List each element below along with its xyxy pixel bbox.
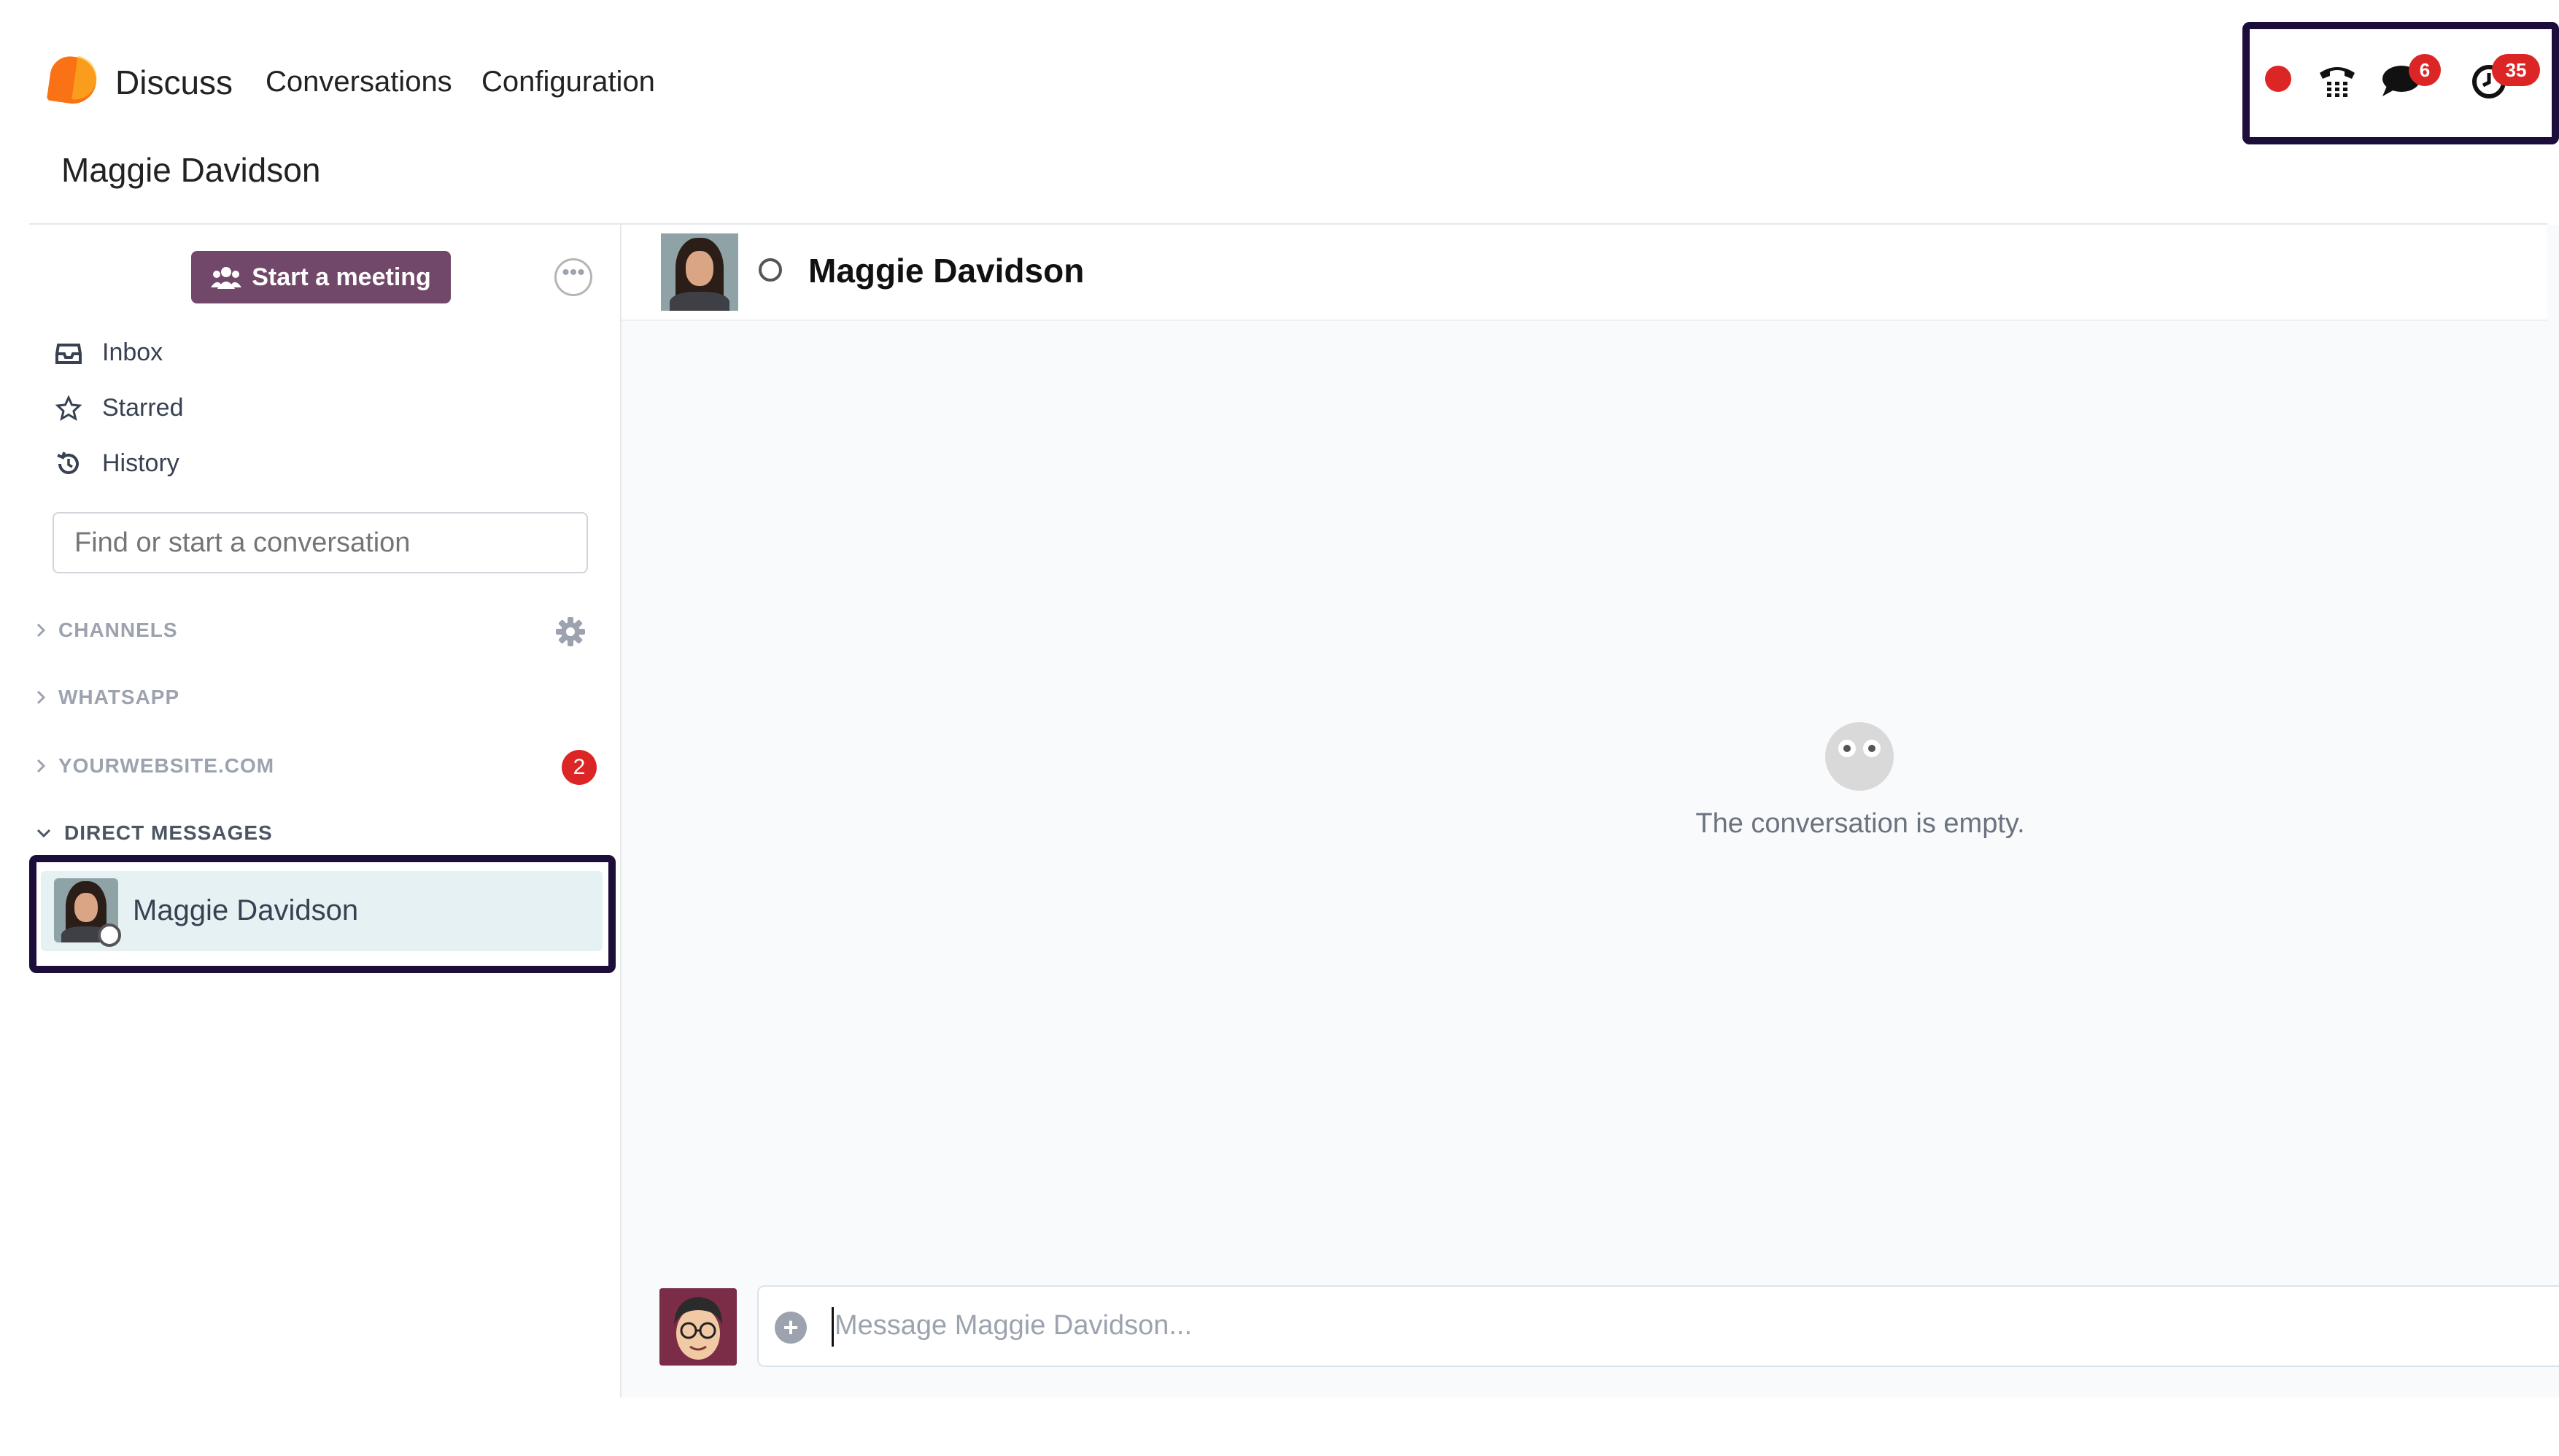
breadcrumb: Maggie Davidson (61, 151, 321, 189)
category-label: CHANNELS (58, 619, 178, 641)
dm-highlight (29, 855, 616, 973)
discuss-logo-icon[interactable] (46, 53, 100, 107)
empty-conversation-icon (1825, 722, 1894, 791)
category-whatsapp[interactable]: WHATSAPP (35, 686, 179, 709)
start-meeting-button[interactable]: Start a meeting (191, 251, 451, 303)
empty-conversation-text: The conversation is empty. (1695, 808, 2025, 839)
activities-count-badge: 35 (2492, 54, 2540, 86)
star-icon (55, 395, 82, 421)
chevron-right-icon (36, 623, 46, 638)
category-label: DIRECT MESSAGES (64, 821, 273, 844)
menu-conversations[interactable]: Conversations (266, 66, 452, 98)
conversation-pane (622, 225, 2559, 1398)
phone-icon[interactable] (2317, 61, 2358, 98)
chevron-down-icon (36, 829, 51, 838)
text-caret (832, 1307, 834, 1347)
unread-count-badge: 2 (562, 750, 597, 785)
messages-count-badge: 6 (2409, 54, 2441, 86)
inbox-icon (55, 343, 82, 364)
sidebar-item-label: Starred (102, 394, 184, 422)
sidebar-item-starred[interactable]: Starred (55, 394, 184, 422)
more-options-button[interactable]: ••• (554, 258, 592, 296)
conversation-search-input[interactable] (53, 512, 588, 573)
app-brand[interactable]: Discuss (115, 63, 233, 102)
add-attachment-plus-icon[interactable]: + (775, 1312, 807, 1344)
sidebar-item-label: History (102, 449, 179, 477)
category-label: WHATSAPP (58, 686, 180, 708)
channel-settings-gear-icon[interactable] (554, 616, 586, 648)
menu-configuration[interactable]: Configuration (481, 66, 655, 98)
conversation-avatar[interactable] (661, 233, 738, 311)
conversation-title: Maggie Davidson (808, 252, 1085, 290)
top-navbar: Discuss Conversations Configuration (0, 0, 2559, 160)
sidebar-item-label: Inbox (102, 338, 163, 366)
category-label: YOURWEBSITE.COM (58, 754, 275, 777)
current-user-avatar (659, 1288, 737, 1366)
sidebar-item-inbox[interactable]: Inbox (55, 338, 163, 367)
category-direct-messages[interactable]: DIRECT MESSAGES (35, 821, 273, 845)
chevron-right-icon (36, 690, 46, 705)
chevron-right-icon (36, 759, 46, 773)
presence-status-icon (759, 258, 782, 282)
users-icon (211, 267, 242, 289)
category-yourwebsite[interactable]: YOURWEBSITE.COM (35, 754, 274, 778)
category-channels[interactable]: CHANNELS (35, 619, 178, 642)
sidebar-item-history[interactable]: History (55, 449, 179, 478)
message-input-placeholder[interactable]: Message Maggie Davidson... (835, 1310, 1192, 1341)
start-meeting-label: Start a meeting (252, 263, 431, 291)
history-icon (57, 451, 79, 474)
recording-indicator-icon[interactable] (2265, 66, 2291, 92)
